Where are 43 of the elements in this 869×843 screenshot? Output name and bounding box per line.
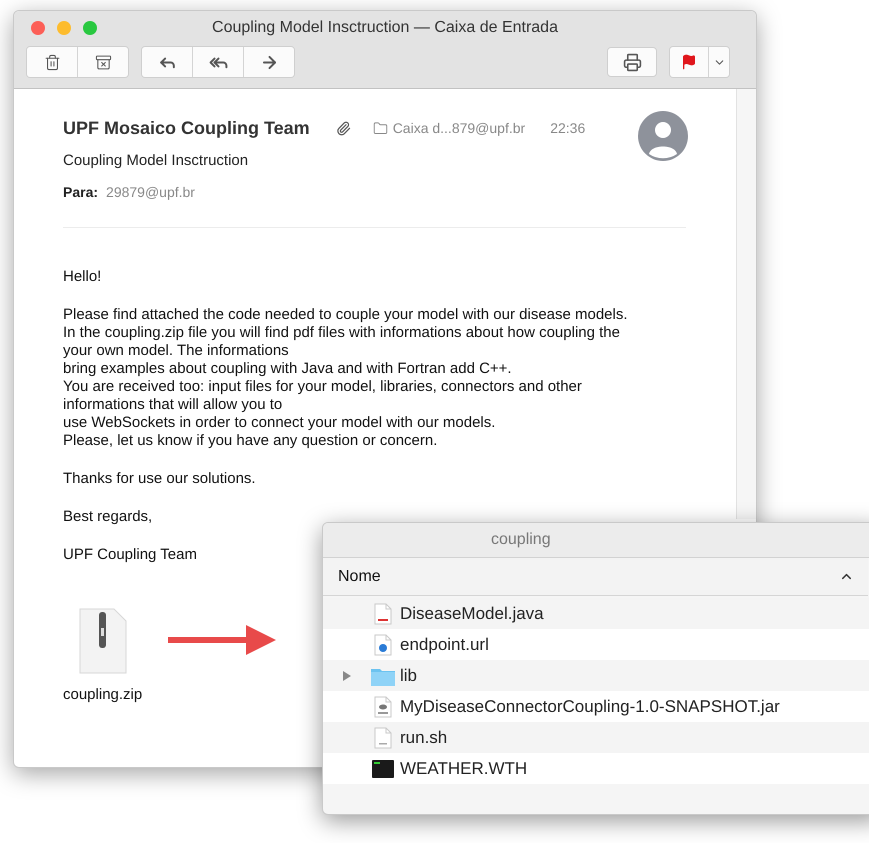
reply-all-button[interactable]: [193, 47, 243, 77]
attachment-name[interactable]: coupling.zip: [63, 684, 142, 706]
reply-button[interactable]: [142, 47, 192, 77]
message-paragraph: Please find attached the code needed to couple your model with our disease models. In the coupling.zip file you will find pdf files with informations about how coupling the your own model. The informations bring examples about coupling with Java and with Fortran add C++. You are received too: input files for your model, libraries, connectors and other informations that will allow you to use WebSockets in order to connect your model with our models. Please, let us know if you have any question or concern.: [63, 306, 628, 450]
file-name: lib: [400, 664, 418, 687]
printer-icon: [622, 52, 642, 72]
time-label: 22:36: [550, 119, 586, 138]
print-button[interactable]: [607, 47, 657, 77]
to-label: Para:: [63, 182, 98, 202]
file-row[interactable]: MyDiseaseConnectorCoupling-1.0-SNAPSHOT.jar: [323, 691, 869, 722]
subject-line: Coupling Model Insctruction: [63, 151, 248, 171]
terminal-icon: [372, 760, 394, 778]
trash-icon: [44, 54, 60, 70]
message-paragraph: Thanks for use our solutions.: [63, 470, 256, 488]
junk-button[interactable]: [78, 47, 128, 77]
column-header[interactable]: Nome: [323, 558, 868, 596]
message-paragraph: Hello!: [63, 268, 102, 286]
folder-icon: [372, 121, 388, 136]
message-paragraph: Best regards,: [63, 508, 152, 526]
junk-icon: [94, 54, 112, 70]
window-title: Coupling Model Insctruction — Caixa de Entrada: [212, 18, 558, 38]
java-file-icon: [374, 602, 392, 624]
file-row[interactable]: WEATHER.WTH: [323, 753, 869, 784]
file-name: run.sh: [400, 726, 448, 749]
forward-button[interactable]: [244, 47, 294, 77]
jar-file-icon: [374, 696, 392, 718]
file-name: MyDiseaseConnectorCoupling-1.0-SNAPSHOT.jar: [400, 696, 780, 718]
sender-name: UPF Mosaico Coupling Team: [63, 117, 310, 140]
file-name: DiseaseModel.java: [400, 602, 544, 625]
file-name: WEATHER.WTH: [400, 758, 528, 780]
file-name: endpoint.url: [400, 634, 489, 656]
zip-file-icon: [78, 608, 128, 674]
link-file-icon: [374, 634, 392, 656]
document-icon: [374, 726, 392, 748]
avatar: [638, 111, 688, 161]
file-row[interactable]: endpoint.url: [323, 629, 869, 660]
flag-icon: [681, 54, 697, 70]
window-title: coupling: [491, 530, 551, 550]
mailbox-label: Caixa d...879@upf.br: [392, 119, 526, 138]
delete-button[interactable]: [27, 47, 77, 77]
recipient-address: 29879@upf.br: [106, 182, 195, 202]
flag-button[interactable]: [670, 47, 708, 77]
message-paragraph: UPF Coupling Team: [63, 546, 197, 564]
